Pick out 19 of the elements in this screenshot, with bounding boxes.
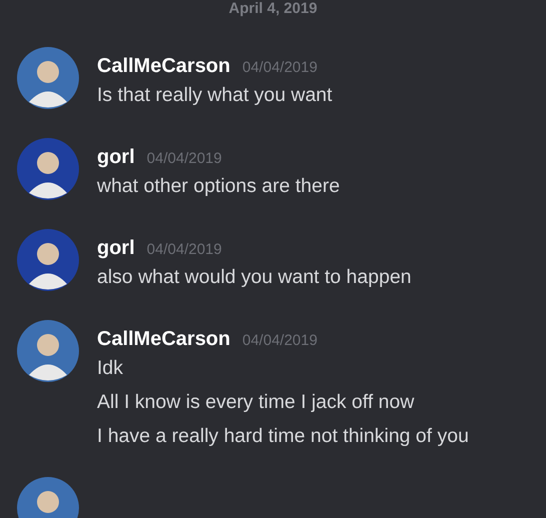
avatar-icon[interactable] <box>17 229 79 291</box>
message-text: All I know is every time I jack off now <box>97 390 416 414</box>
timestamp: 04/04/2019 <box>146 150 222 167</box>
timestamp: 04/04/2019 <box>242 59 318 76</box>
avatar-icon[interactable] <box>17 138 79 200</box>
timestamp: 04/04/2019 <box>242 332 318 349</box>
avatar-icon[interactable] <box>17 47 79 109</box>
username[interactable]: CallMeCarson <box>97 55 230 78</box>
username[interactable]: gorl <box>97 237 135 260</box>
date-divider: April 4, 2019 <box>228 0 318 18</box>
message-text: also what would you want to happen <box>97 265 412 289</box>
username[interactable]: gorl <box>97 146 135 169</box>
message-text: Is that really what you want <box>97 83 332 107</box>
username[interactable]: CallMeCarson <box>97 328 230 351</box>
avatar-icon[interactable] <box>17 320 79 382</box>
message-text: Idk <box>97 356 124 380</box>
timestamp: 04/04/2019 <box>146 241 222 258</box>
message-text: what other options are there <box>97 174 340 198</box>
message-text: I have a really hard time not thinking of you <box>97 424 469 448</box>
